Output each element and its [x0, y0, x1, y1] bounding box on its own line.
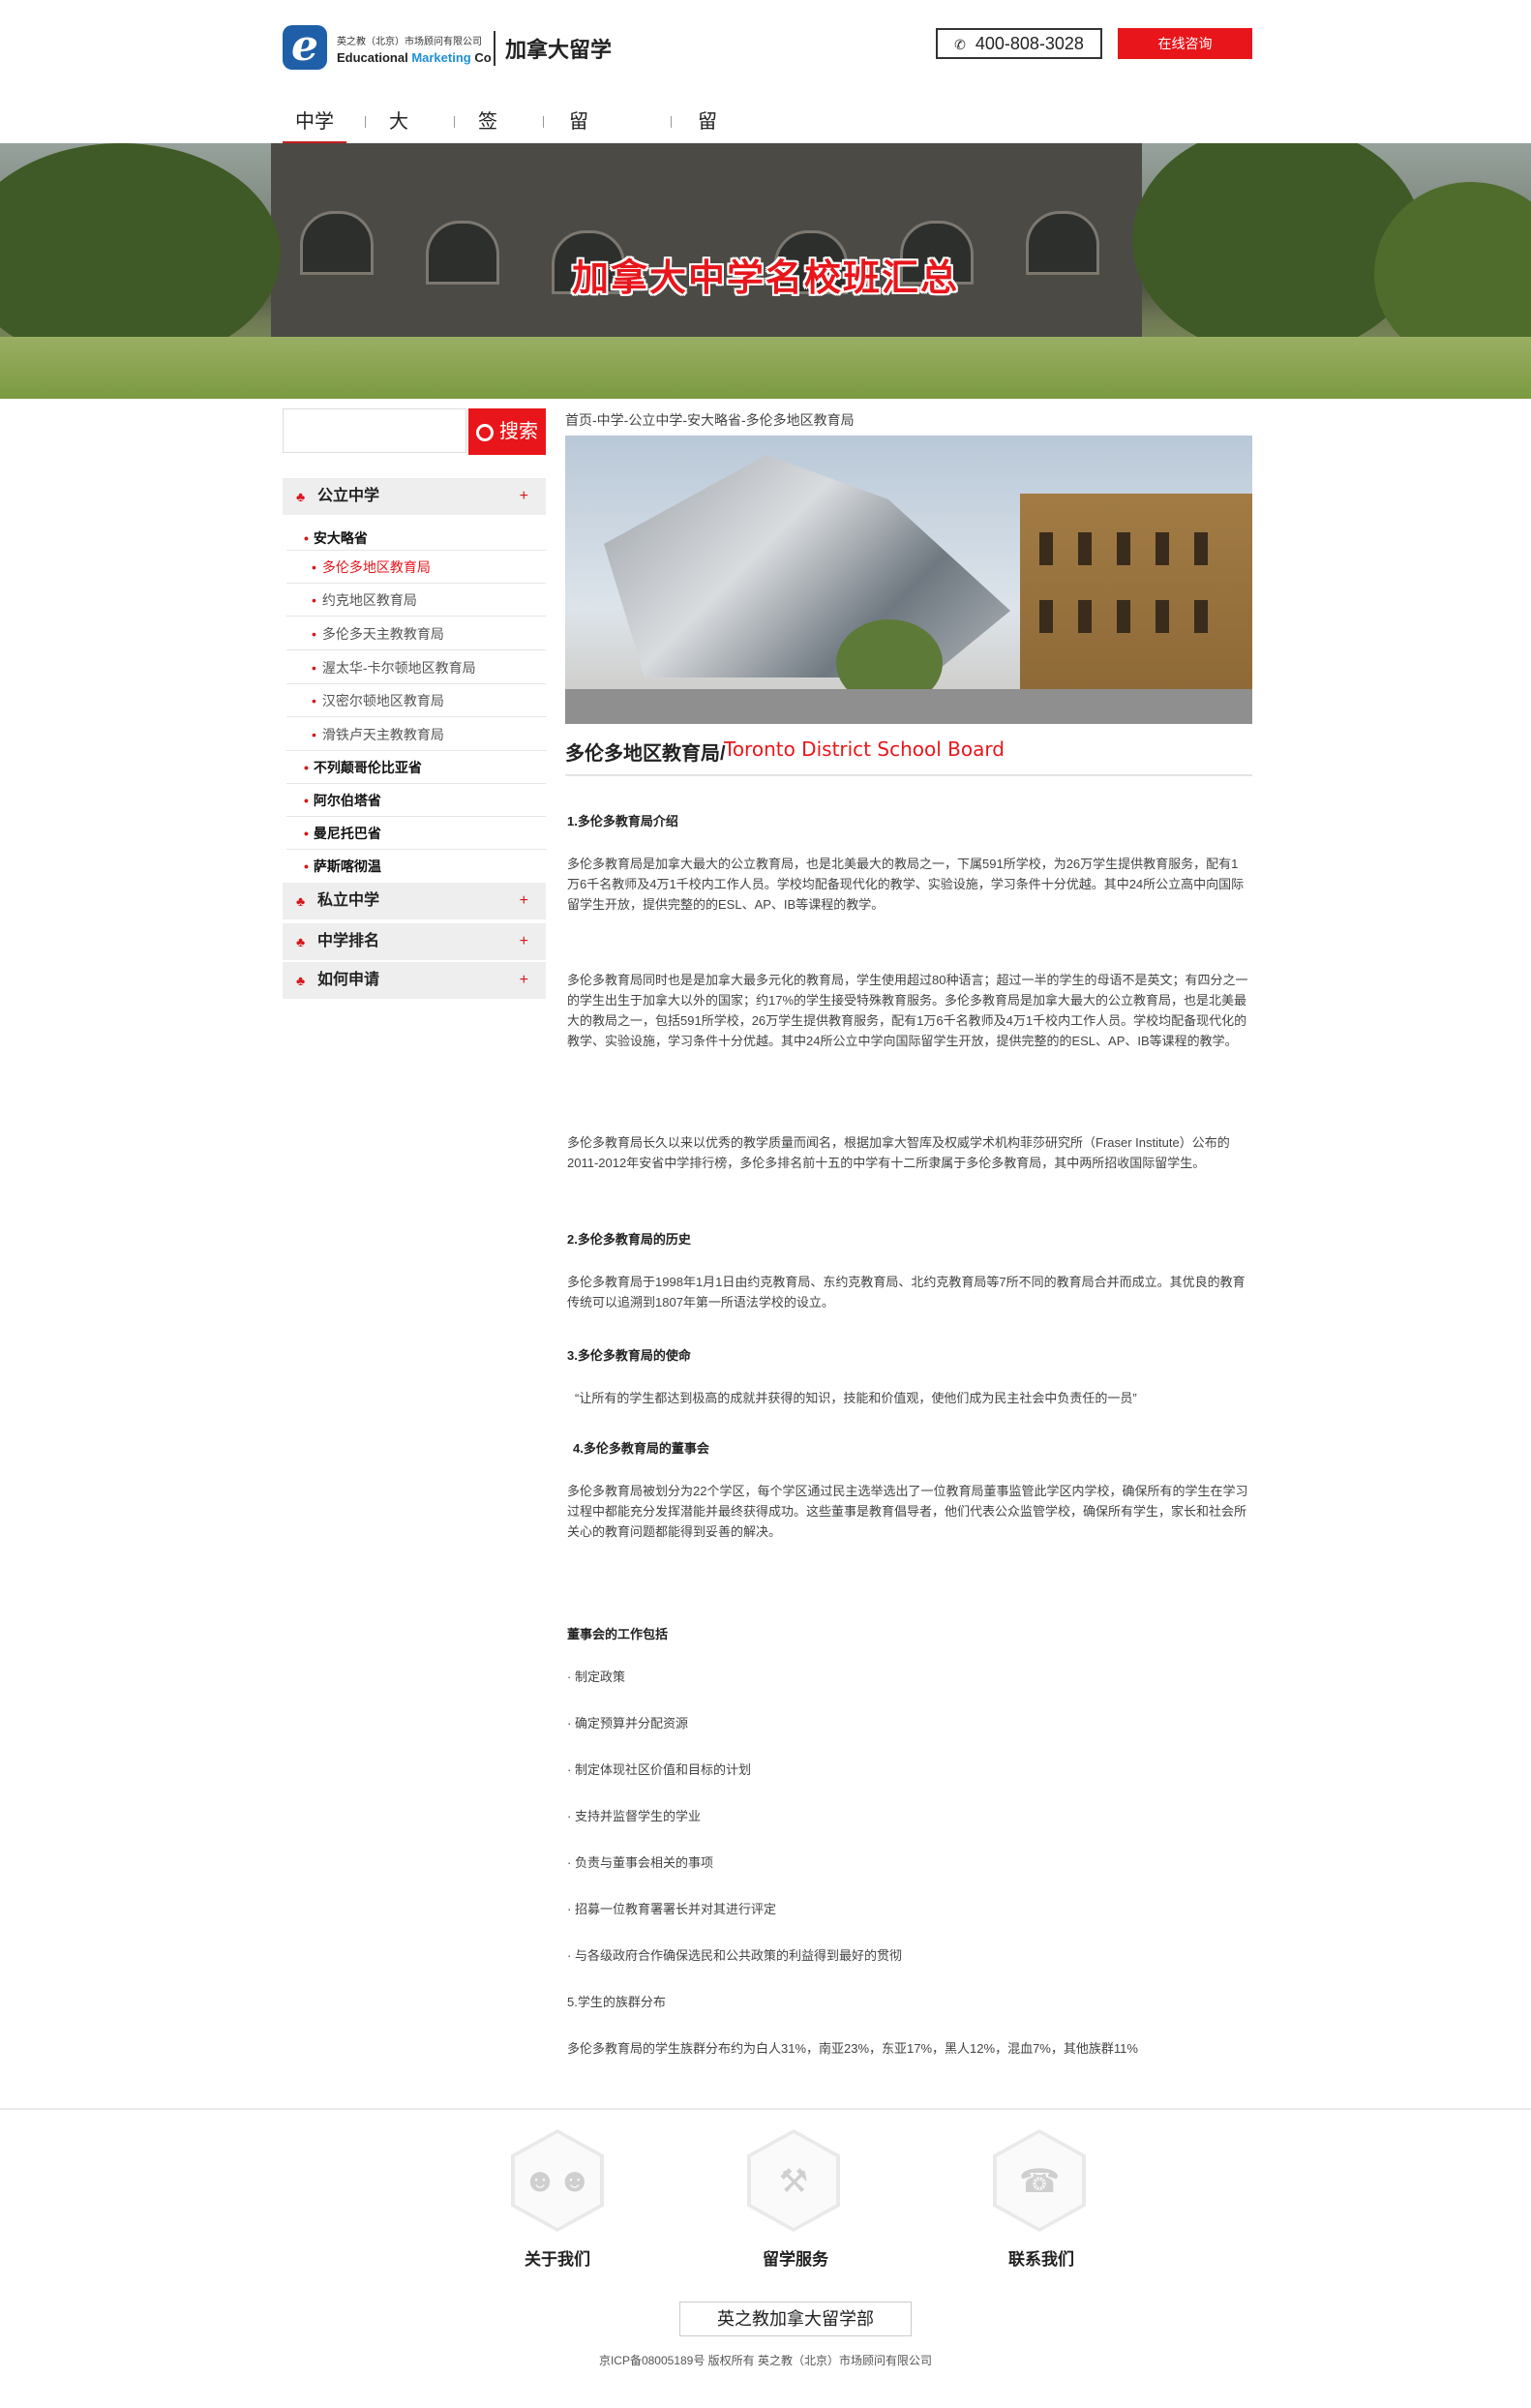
- paragraph: 多伦多教育局被划分为22个学区，每个学区通过民主选举选出了一位教育局董事监管此学…: [567, 1484, 1248, 1539]
- online-consult-button[interactable]: 在线咨询: [1118, 28, 1252, 59]
- sidebar-board-ottawa[interactable]: 渥太华-卡尔顿地区教育局: [312, 658, 476, 677]
- copyright: 京ICP备08005189号 版权所有 英之教（北京）市场顾问有限公司: [598, 2354, 933, 2367]
- section-heading: 5.学生的族群分布: [567, 1995, 666, 2009]
- sidebar-province-ontario[interactable]: 安大略省: [304, 528, 368, 548]
- expand-icon[interactable]: +: [520, 883, 528, 919]
- site-header: 英之教（北京）市场顾问有限公司 Educational Marketing Co…: [0, 0, 1531, 249]
- list-item: · 负责与董事会相关的事项: [567, 1855, 713, 1870]
- telephone-icon: ☎: [1018, 2163, 1061, 2200]
- footer-service-link[interactable]: 留学服务: [718, 2245, 873, 2270]
- nav-item-services[interactable]: 留学服务: [698, 103, 717, 249]
- paragraph: 多伦多教育局于1998年1月1日由约克教育局、东约克教育局、北约克教育局等7所不…: [567, 1275, 1246, 1309]
- maple-leaf-icon: ♣: [296, 973, 306, 988]
- sidebar-province-alberta[interactable]: 阿尔伯塔省: [304, 791, 381, 810]
- maple-leaf-icon: ♣: [296, 489, 306, 504]
- logo-english-name: Educational Marketing Co: [337, 50, 492, 65]
- logo-icon: [283, 21, 327, 71]
- sidebar-board-york[interactable]: 约克地区教育局: [312, 590, 417, 610]
- maple-leaf-icon: ♣: [296, 893, 306, 909]
- board-photo: [565, 436, 1252, 724]
- people-icon: ☻☻: [523, 2162, 592, 2199]
- sidebar-section-private[interactable]: ♣ 私立中学 +: [283, 883, 546, 919]
- nav-divider: [671, 116, 672, 128]
- site-title: 加拿大留学: [505, 38, 613, 62]
- sidebar-board-toronto[interactable]: 多伦多地区教育局: [312, 557, 431, 577]
- page-title-en: Toronto District School Board: [724, 737, 1005, 761]
- list-item: · 确定预算并分配资源: [567, 1716, 688, 1731]
- footer-contact-hex[interactable]: ☎: [993, 2129, 1086, 2232]
- sidebar-section-apply[interactable]: ♣ 如何申请 +: [283, 962, 546, 999]
- list-item: · 招募一位教育署署长并对其进行评定: [567, 1902, 776, 1916]
- phone-icon: ✆: [954, 37, 966, 52]
- section-heading: 2.多伦多教育局的历史: [567, 1232, 691, 1247]
- footer-department[interactable]: 英之教加拿大留学部: [679, 2302, 912, 2336]
- footer-contact-link[interactable]: 联系我们: [964, 2245, 1119, 2270]
- banner-building: [271, 143, 1142, 346]
- expand-icon[interactable]: +: [520, 962, 528, 999]
- expand-icon[interactable]: +: [520, 923, 528, 960]
- paragraph: 多伦多教育局长久以来以优秀的教学质量而闻名，根据加拿大智库及权威学术机构菲莎研究…: [567, 1135, 1230, 1170]
- footer-about-link[interactable]: 关于我们: [480, 2245, 635, 2270]
- sidebar-province-saskatchewan[interactable]: 萨斯喀彻温: [304, 857, 381, 876]
- logo-divider: [494, 31, 495, 66]
- sidebar-section-ranking[interactable]: ♣ 中学排名 +: [283, 923, 546, 960]
- section-heading: 3.多伦多教育局的使命: [567, 1348, 691, 1363]
- nav-divider: [365, 116, 366, 128]
- section-heading: 4.多伦多教育局的董事会: [573, 1441, 709, 1456]
- footer-about-hex[interactable]: ☻☻: [511, 2129, 604, 2232]
- hero-banner: 加拿大中学名校班汇总: [0, 143, 1531, 399]
- maple-leaf-icon: ♣: [296, 934, 306, 949]
- sidebar-section-public[interactable]: ♣ 公立中学 +: [283, 478, 546, 515]
- search-icon: [476, 424, 494, 441]
- meeting-icon: ⚒: [778, 2163, 809, 2200]
- search-input[interactable]: [283, 408, 466, 453]
- expand-icon[interactable]: +: [520, 478, 528, 515]
- footer-divider: [0, 2108, 1531, 2110]
- breadcrumb[interactable]: 首页-中学-公立中学-安大略省-多伦多地区教育局: [565, 410, 855, 430]
- paragraph: 多伦多教育局的学生族群分布约为白人31%，南亚23%，东亚17%，黑人12%，混…: [567, 2041, 1138, 2056]
- banner-title: 加拿大中学名校班汇总: [571, 258, 959, 299]
- sidebar-board-hamilton[interactable]: 汉密尔顿地区教育局: [312, 691, 444, 710]
- paragraph: 多伦多教育局是加拿大最大的公立教育局，也是北美最大的教局之一，下属591所学校，…: [567, 857, 1245, 912]
- sidebar-board-toronto-catholic[interactable]: 多伦多天主教教育局: [312, 624, 444, 644]
- nav-item-middle-school[interactable]: 中学: [283, 103, 346, 144]
- list-item: · 支持并监督学生的学业: [567, 1809, 701, 1823]
- sidebar-province-bc[interactable]: 不列颠哥伦比亚省: [304, 758, 422, 777]
- section-heading: 1.多伦多教育局介绍: [567, 814, 678, 828]
- company-logo[interactable]: 英之教（北京）市场顾问有限公司 Educational Marketing Co…: [283, 21, 627, 72]
- nav-divider: [454, 116, 455, 128]
- list-item: · 制定体现社区价值和目标的计划: [567, 1762, 751, 1777]
- paragraph: 多伦多教育局同时也是是加拿大最多元化的教育局，学生使用超过80种语言；超过一半的…: [567, 973, 1248, 1048]
- list-item: · 制定政策: [567, 1670, 625, 1684]
- search-button[interactable]: 搜索: [468, 408, 546, 455]
- logo-company-name: 英之教（北京）市场顾问有限公司: [337, 37, 482, 47]
- footer-service-hex[interactable]: ⚒: [747, 2129, 840, 2232]
- list-item: · 与各级政府合作确保选民和公共政策的利益得到最好的贯彻: [567, 1948, 902, 1963]
- mission-quote: “让所有的学生都达到极高的成就并获得的知识，技能和价值观，使他们成为民主社会中负…: [575, 1391, 1137, 1405]
- nav-item-university[interactable]: 大学: [389, 103, 408, 171]
- nav-item-experience[interactable]: 留学经验: [569, 103, 588, 249]
- sidebar-board-waterloo[interactable]: 滑铁卢天主教教育局: [312, 725, 444, 744]
- page-title-cn: 多伦多地区教育局/: [565, 743, 726, 765]
- nav-item-visa[interactable]: 签证: [478, 103, 497, 171]
- phone-number[interactable]: ✆ 400-808-3028: [936, 28, 1102, 59]
- section-heading: 董事会的工作包括: [567, 1627, 669, 1641]
- sidebar-province-manitoba[interactable]: 曼尼托巴省: [304, 824, 381, 843]
- page-title: 多伦多地区教育局/ Toronto District School Board: [565, 736, 1252, 776]
- nav-divider: [543, 116, 544, 128]
